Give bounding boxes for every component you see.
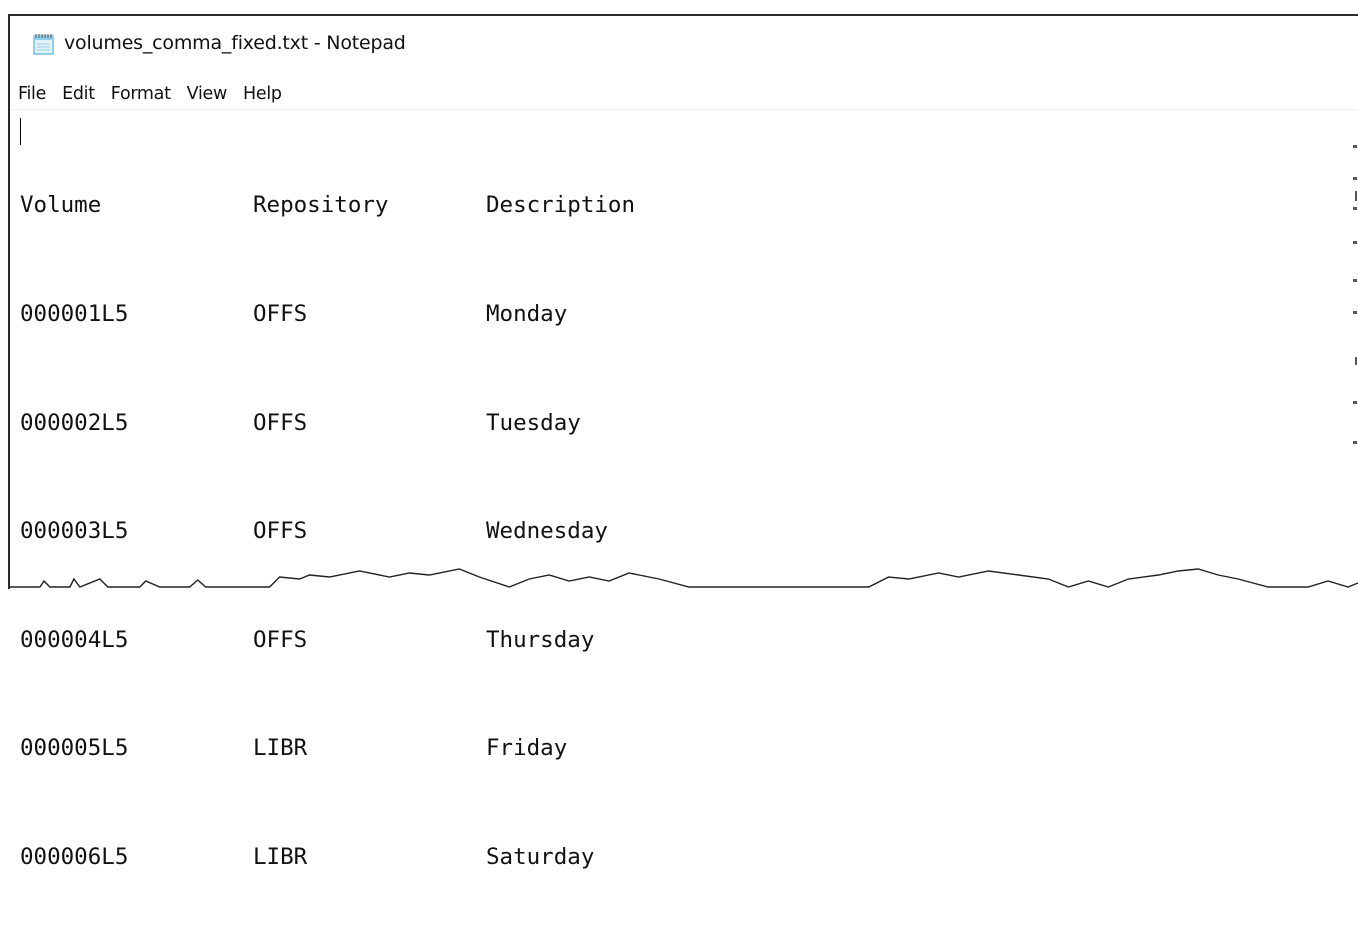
menu-edit[interactable]: Edit <box>54 79 103 109</box>
repository-cell: LIBR <box>253 735 308 762</box>
volume-cell: 000003L5 <box>20 518 129 545</box>
cropped-edge-fragments <box>1350 111 1358 589</box>
volume-cell: Volume <box>20 192 102 219</box>
document-text[interactable]: Volume Repository Description 000001L5 O… <box>20 115 786 948</box>
title-bar[interactable]: volumes_comma_fixed.txt - Notepad <box>10 16 1358 70</box>
notepad-window: volumes_comma_fixed.txt - Notepad File E… <box>8 14 1358 870</box>
volume-cell: 000005L5 <box>20 735 129 762</box>
repository-cell: OFFS <box>253 518 308 545</box>
menu-file[interactable]: File <box>10 79 54 109</box>
volume-cell: 000004L5 <box>20 626 129 653</box>
menu-view[interactable]: View <box>179 79 235 109</box>
text-line: 000004L5 OFFS Thursday <box>20 622 786 658</box>
repository-cell: Repository <box>253 192 389 219</box>
volume-cell: 000001L5 <box>20 301 129 327</box>
window-title: volumes_comma_fixed.txt - Notepad <box>64 32 406 54</box>
description-cell: Wednesday <box>486 518 608 545</box>
text-line: 000003L5 OFFS Wednesday <box>20 513 786 549</box>
text-editor[interactable]: Volume Repository Description 000001L5 O… <box>10 111 1358 870</box>
repository-cell: OFFS <box>253 301 308 327</box>
text-line: 000002L5 OFFS Tuesday <box>20 405 786 441</box>
repository-cell: LIBR <box>253 843 308 870</box>
description-cell: Monday <box>486 301 568 327</box>
description-cell: Saturday <box>486 843 595 870</box>
torn-edge-decoration <box>10 568 1358 588</box>
menu-bar: File Edit Format View Help <box>10 79 1358 109</box>
menu-help[interactable]: Help <box>235 79 290 109</box>
text-line: 000005L5 LIBR Friday <box>20 730 786 766</box>
volume-cell: 000006L5 <box>20 843 129 870</box>
description-cell: Tuesday <box>486 409 581 436</box>
menu-divider <box>10 109 1358 110</box>
volume-cell: 000002L5 <box>20 409 129 436</box>
notepad-icon <box>32 33 55 55</box>
description-cell: Friday <box>486 735 568 762</box>
repository-cell: OFFS <box>253 409 308 436</box>
text-line: 000006L5 LIBR Saturday <box>20 839 786 875</box>
menu-format[interactable]: Format <box>103 79 179 109</box>
text-line: 000001L5 OFFS Monday <box>20 296 786 332</box>
description-cell: Thursday <box>486 626 595 653</box>
text-line: Volume Repository Description <box>20 187 786 223</box>
description-cell: Description <box>486 192 636 219</box>
repository-cell: OFFS <box>253 626 308 653</box>
